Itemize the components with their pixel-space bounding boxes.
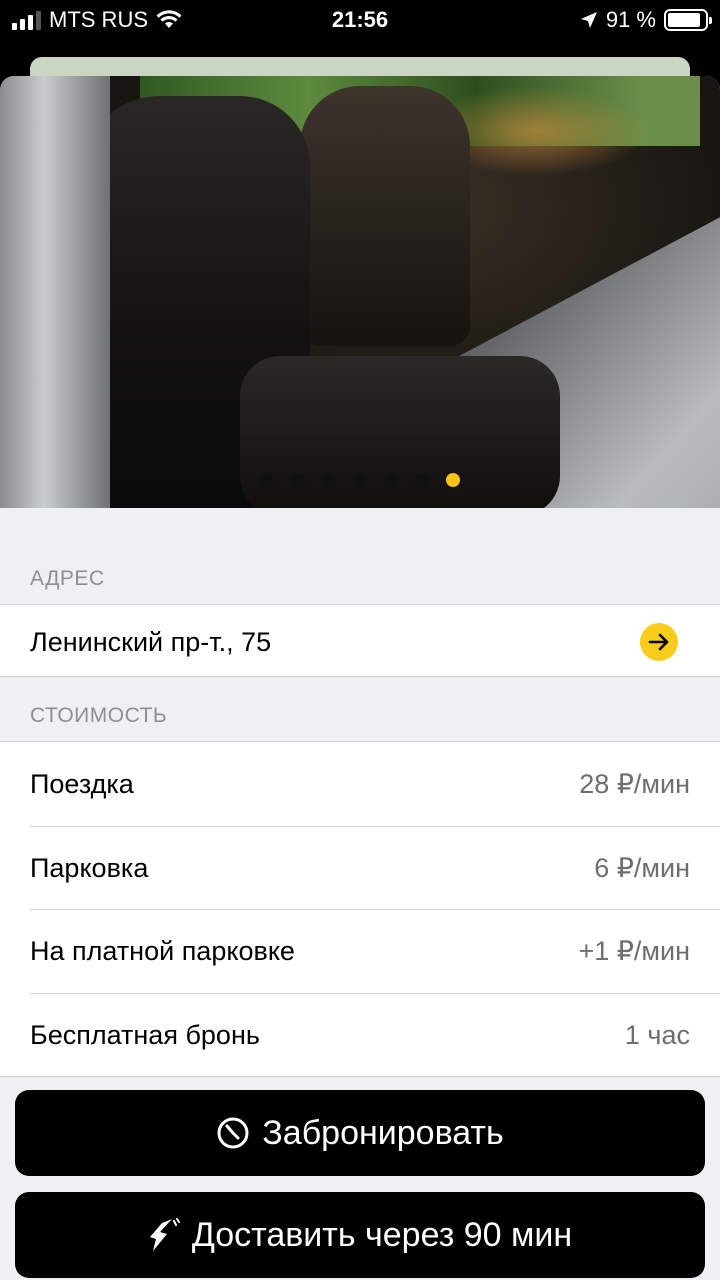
battery-icon <box>664 9 712 31</box>
navigate-button[interactable] <box>640 623 678 661</box>
price-value: +1 ₽/мин <box>578 936 690 966</box>
car-details-sheet: АДРЕС Ленинский пр-т., 75 СТОИМОСТЬ Поез… <box>0 76 720 1280</box>
price-row-parking: Парковка 6 ₽/мин <box>0 825 720 910</box>
price-label: Поездка <box>30 769 134 799</box>
price-value: 1 час <box>624 1019 690 1050</box>
price-value: 28 ₽/мин <box>579 769 690 799</box>
page-dot[interactable] <box>353 473 367 487</box>
page-dot[interactable] <box>415 473 429 487</box>
cost-section-title: СТОИМОСТЬ <box>30 704 168 727</box>
price-label: Парковка <box>30 852 149 883</box>
book-button-label: Забронировать <box>262 1113 504 1152</box>
location-arrow-icon <box>580 12 597 28</box>
deliver-button-label: Доставить через 90 мин <box>191 1215 573 1254</box>
address-row[interactable]: Ленинский пр-т., 75 <box>0 604 720 677</box>
car-photo-gallery[interactable] <box>0 76 720 508</box>
address-text: Ленинский пр-т., 75 <box>30 627 272 657</box>
price-row-trip: Поездка 28 ₽/мин <box>0 742 720 826</box>
page-dot[interactable] <box>384 473 398 487</box>
page-dot[interactable] <box>291 473 305 487</box>
price-row-paid-parking: На платной парковке +1 ₽/мин <box>0 909 720 993</box>
price-row-free-booking: Бесплатная бронь 1 час <box>0 992 720 1077</box>
address-section-title: АДРЕС <box>30 567 105 590</box>
price-label: Бесплатная бронь <box>30 1019 260 1050</box>
page-dot[interactable] <box>260 473 274 487</box>
status-right: 91 % <box>580 7 712 33</box>
clock-icon <box>217 1117 249 1149</box>
status-bar: MTS RUS 21:56 91 % <box>0 0 720 40</box>
arrow-right-icon <box>648 633 669 651</box>
page-dot[interactable] <box>322 473 336 487</box>
deliver-button[interactable]: Доставить через 90 мин <box>15 1192 705 1278</box>
gallery-page-indicator[interactable] <box>0 473 720 487</box>
lightning-icon <box>149 1218 180 1251</box>
page-dot-active[interactable] <box>446 473 460 487</box>
battery-percent: 91 % <box>605 7 656 32</box>
book-button[interactable]: Забронировать <box>15 1090 705 1176</box>
price-value: 6 ₽/мин <box>594 852 690 883</box>
price-list: Поездка 28 ₽/мин Парковка 6 ₽/мин На пла… <box>0 741 720 1077</box>
price-label: На платной парковке <box>30 936 295 966</box>
